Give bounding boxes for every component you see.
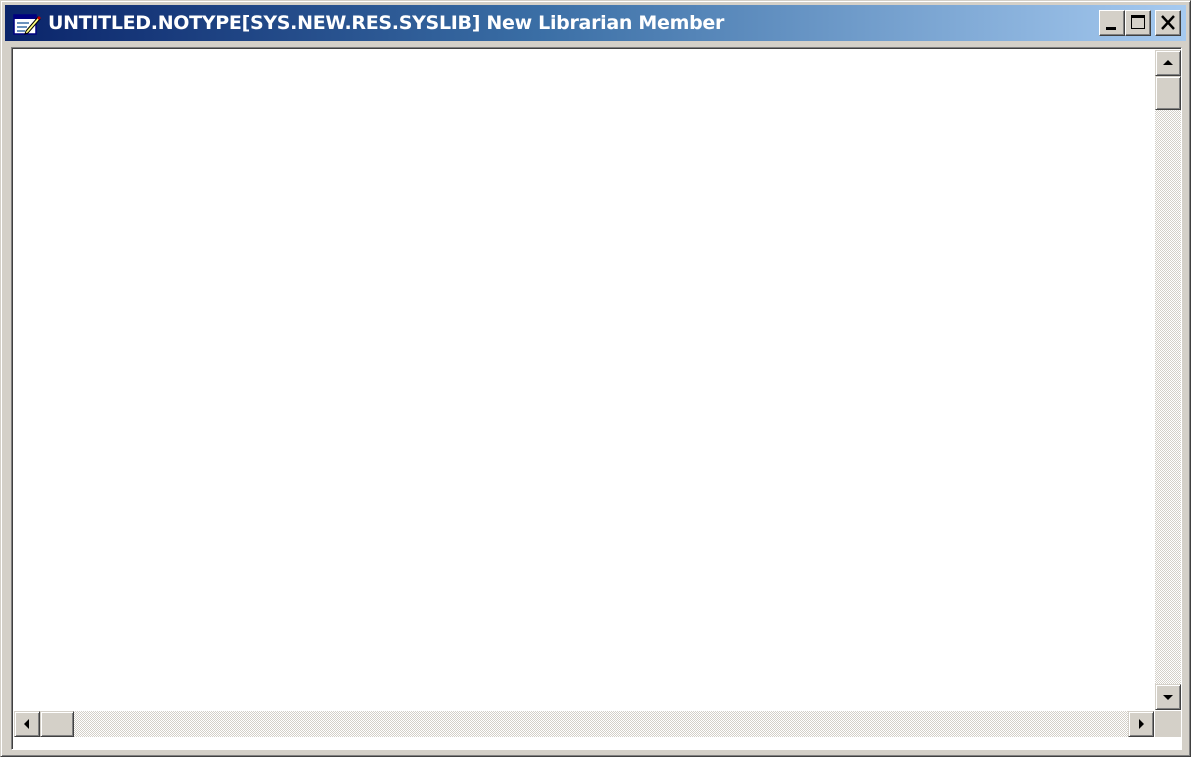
- editor-client-area: [11, 47, 1182, 750]
- scroll-down-button[interactable]: [1155, 684, 1181, 710]
- horizontal-scroll-thumb[interactable]: [40, 711, 74, 737]
- minimize-button[interactable]: [1099, 10, 1125, 36]
- horizontal-scrollbar[interactable]: [14, 711, 1154, 737]
- editor-window: UNTITLED.NOTYPE[SYS.NEW.RES.SYSLIB] New …: [0, 0, 1191, 757]
- arrow-down-icon: [1163, 695, 1173, 700]
- text-editor-area[interactable]: [14, 50, 1152, 710]
- scroll-left-button[interactable]: [14, 711, 40, 737]
- arrow-left-icon: [24, 719, 29, 729]
- minimize-icon: [1106, 27, 1116, 30]
- vertical-scroll-thumb[interactable]: [1155, 76, 1181, 110]
- vertical-scrollbar[interactable]: [1155, 50, 1181, 710]
- window-title: UNTITLED.NOTYPE[SYS.NEW.RES.SYSLIB] New …: [48, 12, 725, 34]
- arrow-right-icon: [1139, 719, 1144, 729]
- scroll-right-button[interactable]: [1128, 711, 1154, 737]
- maximize-button[interactable]: [1125, 10, 1151, 36]
- close-button[interactable]: [1155, 10, 1181, 36]
- title-bar[interactable]: UNTITLED.NOTYPE[SYS.NEW.RES.SYSLIB] New …: [5, 5, 1186, 41]
- close-icon: [1161, 15, 1175, 30]
- scrollbar-corner: [1155, 711, 1181, 737]
- notepad-edit-icon[interactable]: [13, 12, 41, 36]
- scroll-up-button[interactable]: [1155, 50, 1181, 76]
- maximize-icon: [1131, 15, 1145, 29]
- arrow-up-icon: [1163, 60, 1173, 65]
